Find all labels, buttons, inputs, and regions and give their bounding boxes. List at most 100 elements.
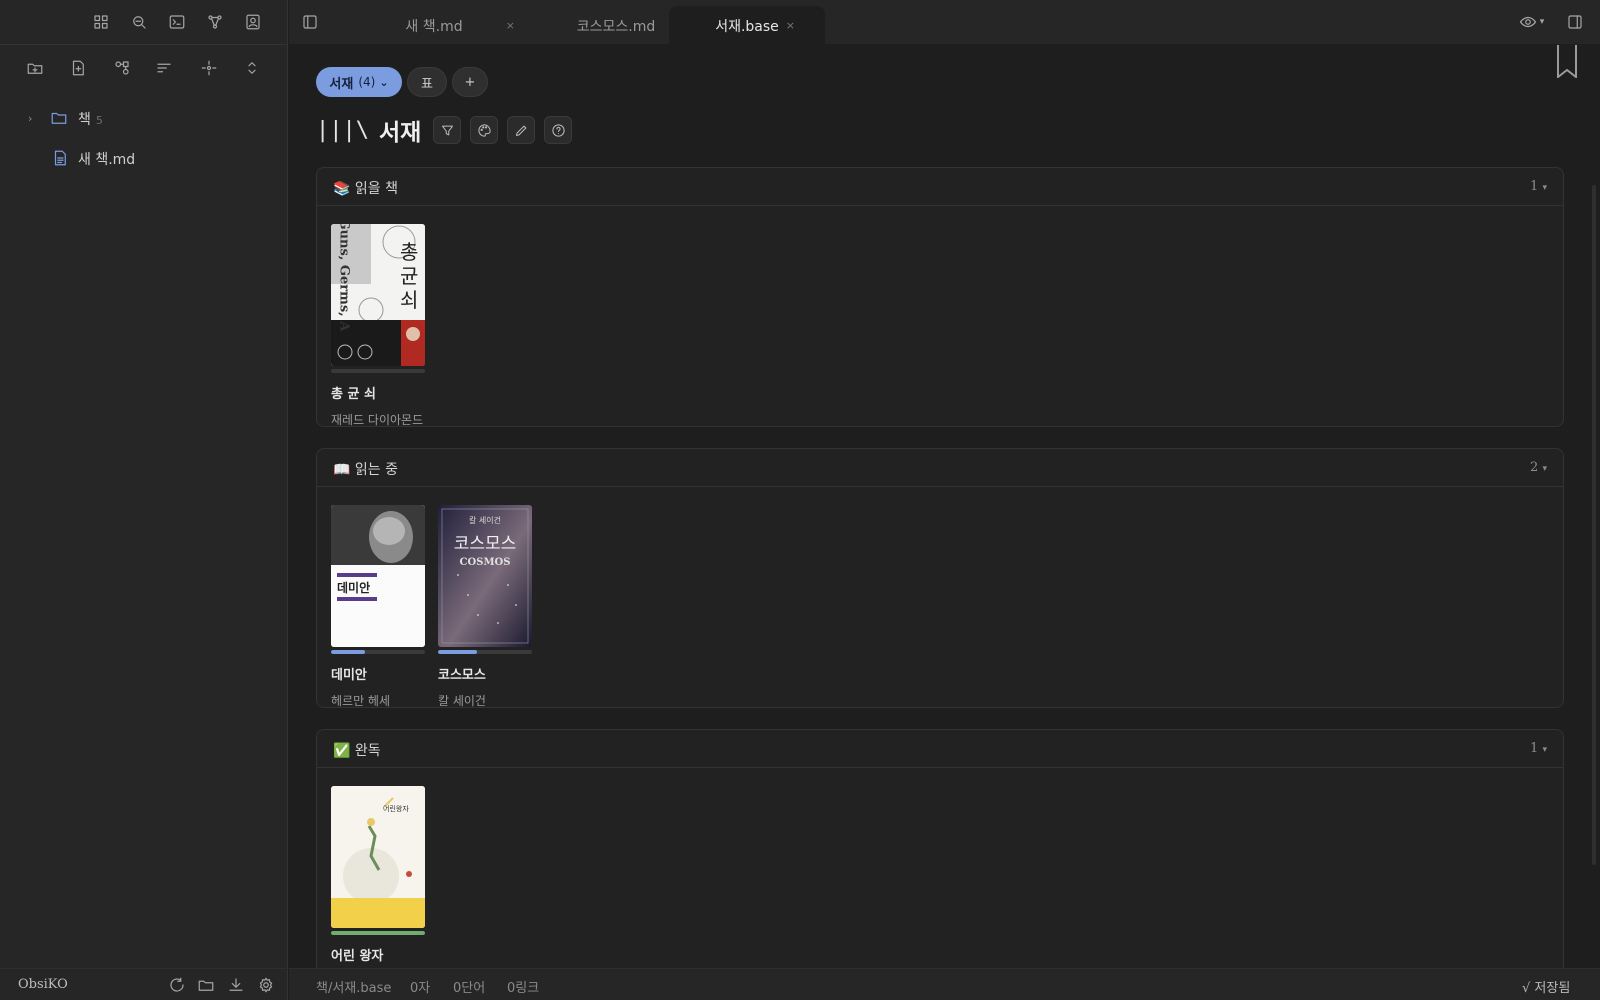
tab-label: 코스모스.md xyxy=(576,18,656,35)
new-folder-icon[interactable] xyxy=(21,54,49,82)
book-card[interactable]: 총균쇠 Guns, Germs, A 총 균 쇠 재레드 다이아몬드 xyxy=(331,224,425,428)
bookmark-icon[interactable] xyxy=(1556,45,1578,78)
help-button[interactable] xyxy=(544,116,573,144)
cover-title: 총균쇠 xyxy=(400,240,419,312)
layout-label: 표 xyxy=(421,76,433,92)
reading-view-icon[interactable]: ▾ xyxy=(1511,8,1551,36)
book-cover: 데미안 xyxy=(331,505,425,647)
help-icon xyxy=(552,123,565,137)
edit-button[interactable] xyxy=(507,116,536,144)
reading-progress xyxy=(438,650,532,654)
folder-count: 5 xyxy=(95,114,103,127)
contact-icon[interactable] xyxy=(239,8,267,36)
pencil-icon xyxy=(515,125,527,136)
page-title: 서재 xyxy=(378,120,422,146)
group-header[interactable]: ✅ 완독 1 ▾ xyxy=(317,730,1563,768)
group-label: 📖 읽는 중 xyxy=(333,462,398,478)
filter-icon xyxy=(441,125,453,135)
vault-name[interactable]: ObsiKO xyxy=(18,977,68,992)
download-icon[interactable] xyxy=(222,971,250,999)
search-icon[interactable] xyxy=(125,8,153,36)
reading-progress xyxy=(331,369,425,373)
library-icon: |||\ xyxy=(316,117,369,143)
view-selector-button[interactable]: 서재 (4) ⌄ xyxy=(316,67,402,97)
add-view-button[interactable]: + xyxy=(452,67,488,97)
folder-icon xyxy=(50,109,68,131)
toggle-sidebar-icon[interactable] xyxy=(296,8,324,36)
group-header[interactable]: 📖 읽는 중 2 ▾ xyxy=(317,449,1563,487)
group-label: 📚 읽을 책 xyxy=(333,181,398,197)
canvas-icon[interactable] xyxy=(108,54,136,82)
book-author: 칼 세이건 xyxy=(438,694,486,708)
group-finished: ✅ 완독 1 ▾ 어린왕자 어린 왕자 xyxy=(316,729,1564,968)
tree-item-folder[interactable]: › 책 5 xyxy=(0,103,288,133)
book-title: 코스모스 xyxy=(438,668,486,683)
new-note-icon[interactable] xyxy=(64,54,92,82)
chevron-right-icon[interactable]: › xyxy=(28,112,32,125)
group-header[interactable]: 📚 읽을 책 1 ▾ xyxy=(317,168,1563,206)
expand-collapse-icon[interactable] xyxy=(238,54,266,82)
toggle-right-sidebar-icon[interactable] xyxy=(1561,8,1589,36)
word-count: 0단어 xyxy=(453,981,486,996)
sync-icon[interactable] xyxy=(163,971,191,999)
graph-icon[interactable] xyxy=(201,8,229,36)
group-count[interactable]: 1 ▾ xyxy=(1530,741,1547,756)
book-author: 재레드 다이아몬드 xyxy=(331,413,424,427)
file-path[interactable]: 책/서재.base xyxy=(316,977,391,996)
tree-item-file[interactable]: 새 책.md xyxy=(0,143,288,173)
tab-library-base[interactable]: 서재.base × xyxy=(669,6,825,45)
left-sidebar: › 책 5 새 책.md ObsiKO xyxy=(0,0,288,1000)
chevron-down-icon: ⌄ xyxy=(379,75,389,89)
group-count[interactable]: 1 ▾ xyxy=(1530,179,1547,194)
close-icon[interactable]: × xyxy=(506,19,515,32)
book-author: 헤르만 헤세 xyxy=(331,694,391,708)
theme-button[interactable] xyxy=(470,116,499,144)
open-vault-icon[interactable] xyxy=(192,971,220,999)
tab-label: 새 책.md xyxy=(405,18,463,35)
progress-fill xyxy=(331,650,365,654)
sidebar-ribbon xyxy=(0,0,288,45)
scrollbar[interactable] xyxy=(1592,185,1596,865)
book-title: 데미안 xyxy=(331,668,367,683)
group-label: ✅ 완독 xyxy=(333,743,381,759)
group-reading: 📖 읽는 중 2 ▾ 데미안 데미안 헤르만 헤세 칼 세이건 코스모스 COS… xyxy=(316,448,1564,708)
locate-file-icon[interactable] xyxy=(195,54,223,82)
cover-author: 칼 세이건 xyxy=(469,516,501,525)
progress-fill xyxy=(438,650,477,654)
tree-item-label: 새 책.md xyxy=(78,152,136,168)
status-bar: 책/서재.base 0자 0단어 0링크 √ 저장됨 xyxy=(289,968,1600,1000)
settings-icon[interactable] xyxy=(252,971,280,999)
filter-button[interactable] xyxy=(433,116,462,144)
cover-title: 어린왕자 xyxy=(383,805,409,813)
table-layout-button[interactable]: 표 xyxy=(407,67,447,97)
close-icon[interactable]: × xyxy=(786,19,795,32)
book-cover: 총균쇠 Guns, Germs, A xyxy=(331,224,425,366)
reading-progress xyxy=(331,931,425,935)
sidebar-footer: ObsiKO xyxy=(0,968,288,1000)
book-card[interactable]: 어린왕자 어린 왕자 xyxy=(331,786,425,964)
sort-icon[interactable] xyxy=(150,54,178,82)
book-card[interactable]: 데미안 데미안 헤르만 헤세 xyxy=(331,505,425,709)
tab-label: 서재.base xyxy=(715,18,779,35)
cover-spine: Guns, Germs, A xyxy=(336,224,352,332)
book-cover: 어린왕자 xyxy=(331,786,425,928)
view-name: 서재 xyxy=(329,76,354,92)
book-card[interactable]: 칼 세이건 코스모스 COSMOS 코스모스 칼 세이건 xyxy=(438,505,532,709)
group-count[interactable]: 2 ▾ xyxy=(1530,460,1547,475)
chevron-down-icon: ▾ xyxy=(1539,17,1545,27)
reading-progress xyxy=(331,650,425,654)
terminal-icon[interactable] xyxy=(163,8,191,36)
book-title: 어린 왕자 xyxy=(331,949,384,964)
cover-title: 코스모스 xyxy=(453,534,517,554)
group-to-read: 📚 읽을 책 1 ▾ 총균쇠 Guns, Germs, A 총 균 쇠 재레드 … xyxy=(316,167,1564,427)
view-count: (4) xyxy=(358,75,376,89)
tab-bar: 새 책.md × 코스모스.md × 서재.base × ▾ xyxy=(289,0,1600,45)
base-title-row: |||\ 서재 xyxy=(316,115,581,146)
tab-new-book[interactable]: 새 책.md × xyxy=(339,6,529,45)
save-status: √ 저장됨 xyxy=(1522,981,1571,996)
cover-title: 데미안 xyxy=(337,581,371,595)
dashboard-icon[interactable] xyxy=(87,8,115,36)
book-title: 총 균 쇠 xyxy=(331,387,376,402)
char-count: 0자 xyxy=(410,981,431,996)
tree-item-label: 책 xyxy=(78,112,91,128)
